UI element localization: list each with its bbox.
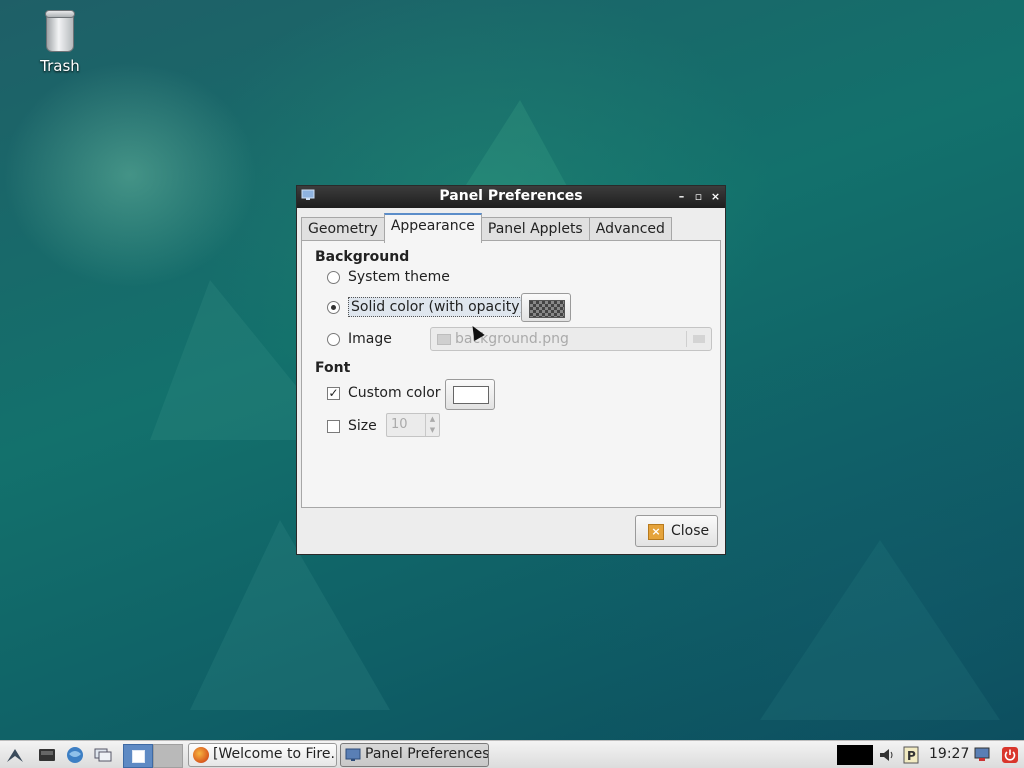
- size-label: Size: [348, 418, 377, 434]
- background-color-button[interactable]: [521, 293, 571, 322]
- folder-icon: [693, 335, 705, 343]
- color-swatch: [529, 300, 565, 318]
- system-theme-radio[interactable]: [327, 270, 340, 284]
- image-option[interactable]: Image: [327, 331, 392, 347]
- tab-bar: Geometry Appearance Panel Applets Advanc…: [301, 213, 672, 243]
- network-icon[interactable]: [973, 746, 991, 764]
- spin-up-icon[interactable]: ▲: [426, 414, 439, 425]
- font-heading: Font: [315, 360, 351, 376]
- font-size-value: 10: [391, 417, 408, 432]
- close-button-label: Close: [671, 523, 710, 539]
- solid-color-option[interactable]: Solid color (with opacity): [327, 297, 528, 317]
- parcellite-icon[interactable]: P: [902, 746, 920, 764]
- image-file-icon: [437, 334, 451, 345]
- size-checkbox[interactable]: [327, 419, 340, 433]
- desktop-pager-1[interactable]: [123, 744, 153, 768]
- color-swatch: [453, 386, 489, 404]
- custom-color-checkbox[interactable]: ✓: [327, 386, 340, 400]
- system-theme-label: System theme: [348, 269, 450, 285]
- svg-text:P: P: [907, 749, 916, 763]
- firefox-icon: [193, 747, 209, 763]
- power-icon[interactable]: [1001, 746, 1019, 764]
- task-label: Panel Preferences: [365, 746, 489, 762]
- minimize-button[interactable]: –: [676, 188, 687, 205]
- dialog-titlebar[interactable]: Panel Preferences – ▫ ×: [297, 186, 725, 208]
- monitor-icon: [345, 748, 361, 761]
- close-button[interactable]: × Close: [635, 515, 718, 547]
- browser-icon[interactable]: [66, 746, 84, 764]
- panel-preferences-dialog: Panel Preferences – ▫ × Geometry Appeara…: [296, 185, 726, 555]
- font-color-button[interactable]: [445, 379, 495, 410]
- show-desktop-icon[interactable]: [94, 746, 112, 764]
- desktop-icon-trash[interactable]: Trash: [30, 10, 90, 75]
- menu-icon[interactable]: [6, 746, 24, 764]
- dialog-title: Panel Preferences: [439, 188, 583, 204]
- taskbar: [Welcome to Fire... Panel Preferences P …: [0, 740, 1024, 768]
- spin-down-icon[interactable]: ▼: [426, 425, 439, 436]
- image-radio[interactable]: [327, 332, 340, 346]
- task-label: [Welcome to Fire...: [213, 746, 337, 762]
- wallpaper-facet: [760, 540, 1000, 720]
- solid-color-radio[interactable]: [327, 300, 340, 314]
- appearance-panel: Background System theme Solid color (wit…: [301, 240, 721, 508]
- size-option[interactable]: Size: [327, 418, 377, 434]
- desktop-icon-label: Trash: [40, 57, 80, 75]
- font-size-spinner[interactable]: 10 ▲ ▼: [386, 413, 440, 437]
- system-theme-option[interactable]: System theme: [327, 269, 450, 285]
- tab-appearance[interactable]: Appearance: [383, 213, 482, 243]
- custom-color-label: Custom color: [348, 385, 441, 401]
- desktop-pager-2[interactable]: [153, 744, 183, 768]
- close-window-button[interactable]: ×: [710, 188, 721, 205]
- task-panel-preferences[interactable]: Panel Preferences: [340, 743, 489, 767]
- maximize-button[interactable]: ▫: [693, 188, 704, 205]
- custom-color-option[interactable]: ✓ Custom color: [327, 385, 441, 401]
- volume-icon[interactable]: [878, 746, 896, 764]
- clock[interactable]: 19:27: [929, 746, 969, 762]
- task-firefox[interactable]: [Welcome to Fire...: [188, 743, 337, 767]
- background-heading: Background: [315, 249, 410, 265]
- tray-monitor: [837, 745, 873, 765]
- image-label: Image: [348, 331, 392, 347]
- terminal-icon[interactable]: [38, 746, 56, 764]
- close-icon: ×: [648, 524, 664, 540]
- trash-icon: [45, 10, 75, 52]
- solid-color-label: Solid color (with opacity): [348, 297, 528, 317]
